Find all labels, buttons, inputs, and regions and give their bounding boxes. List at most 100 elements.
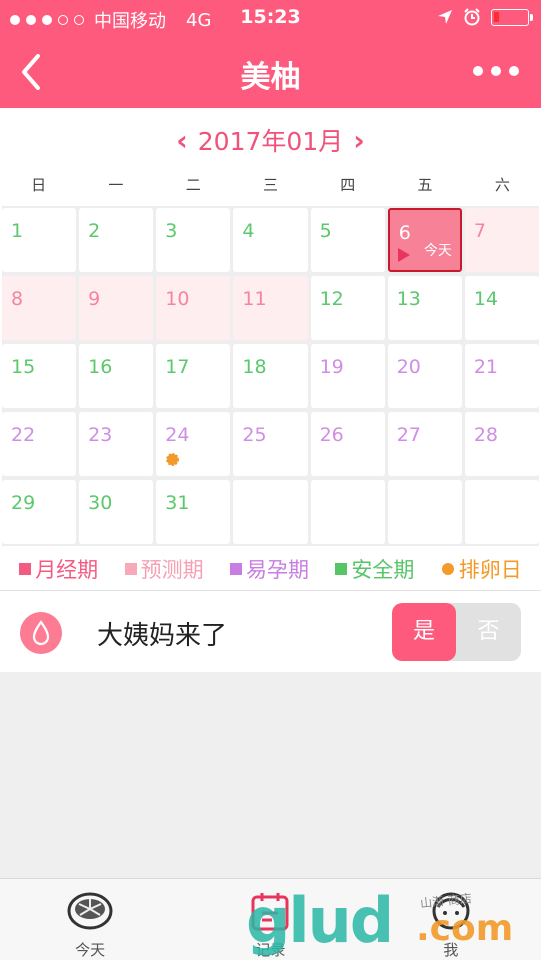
- ovulation-icon: [166, 453, 180, 466]
- calendar-day[interactable]: 20: [387, 344, 462, 408]
- calendar-day[interactable]: 3: [156, 208, 231, 272]
- day-number: 29: [11, 492, 36, 514]
- weekday-label: 三: [262, 176, 278, 194]
- yes-button[interactable]: 是: [392, 603, 456, 661]
- prev-month-button[interactable]: ‹: [176, 124, 188, 157]
- calendar-record-icon: [251, 893, 289, 931]
- calendar-day[interactable]: 25: [233, 412, 308, 476]
- calendar: ‹ 2017年01月 › 日 一 二 三 四 五 六 1 2 3 4 5 6 今…: [0, 108, 541, 590]
- calendar-day[interactable]: 10: [156, 276, 231, 340]
- day-number: 7: [473, 220, 486, 242]
- day-number: 6: [398, 222, 411, 244]
- day-number: 20: [396, 356, 421, 378]
- calendar-legend: 月经期 预测期 易孕期 安全期 排卵日: [0, 552, 541, 586]
- legend-label: 易孕期: [245, 558, 309, 582]
- calendar-day[interactable]: 17: [156, 344, 231, 408]
- today-label: 今天: [423, 243, 452, 259]
- day-number: 31: [165, 492, 190, 514]
- day-number: 27: [396, 424, 421, 446]
- page-title: 美柚: [240, 60, 301, 95]
- calendar-day[interactable]: 28: [464, 412, 539, 476]
- no-button[interactable]: 否: [456, 603, 521, 661]
- calendar-day[interactable]: 5: [310, 208, 385, 272]
- legend-fertile: 易孕期: [229, 554, 309, 584]
- legend-label: 预测期: [140, 558, 204, 582]
- calendar-day[interactable]: 24: [156, 412, 231, 476]
- calendar-day[interactable]: 1: [2, 208, 77, 272]
- weekday-label: 五: [417, 176, 433, 194]
- weekday-label: 四: [340, 176, 356, 194]
- calendar-day[interactable]: 23: [79, 412, 154, 476]
- month-title: 2017年01月: [197, 127, 344, 156]
- calendar-day[interactable]: 18: [233, 344, 308, 408]
- calendar-day-empty: [464, 480, 539, 544]
- weekday-label: 日: [31, 176, 47, 194]
- day-number: 3: [165, 220, 178, 242]
- period-start-icon: [397, 248, 410, 262]
- calendar-grid: 1 2 3 4 5 6 今天 7 8 9 10 11 12 13 14 15 1…: [2, 206, 539, 546]
- day-number: 24: [165, 424, 190, 446]
- next-month-button[interactable]: ›: [353, 124, 365, 157]
- tab-label: 记录: [255, 941, 286, 959]
- day-number: 23: [88, 424, 113, 446]
- calendar-day[interactable]: 14: [464, 276, 539, 340]
- calendar-day[interactable]: 9: [79, 276, 154, 340]
- tab-me[interactable]: 我: [361, 879, 541, 960]
- day-number: 17: [165, 356, 190, 378]
- calendar-day[interactable]: 13: [387, 276, 462, 340]
- calendar-day[interactable]: 29: [2, 480, 77, 544]
- weekday-label: 六: [494, 176, 510, 194]
- calendar-day[interactable]: 21: [464, 344, 539, 408]
- day-number: 26: [319, 424, 344, 446]
- calendar-day[interactable]: 26: [310, 412, 385, 476]
- calendar-day[interactable]: 12: [310, 276, 385, 340]
- day-number: 30: [88, 492, 113, 514]
- legend-label: 安全期: [351, 558, 415, 582]
- battery-icon: [491, 8, 533, 26]
- location-icon: [438, 10, 452, 24]
- calendar-day[interactable]: 22: [2, 412, 77, 476]
- day-number: 11: [242, 288, 267, 310]
- day-number: 9: [88, 288, 101, 310]
- calendar-day[interactable]: 31: [156, 480, 231, 544]
- calendar-day[interactable]: 2: [79, 208, 154, 272]
- period-toggle-row: 大姨妈来了 是 否: [0, 590, 541, 672]
- day-number: 21: [473, 356, 499, 378]
- day-number: 13: [396, 288, 421, 310]
- tab-label: 我: [443, 941, 459, 959]
- ovulation-icon: [441, 563, 454, 575]
- legend-predicted: 预测期: [124, 554, 204, 584]
- tab-record[interactable]: 记录: [180, 879, 360, 960]
- calendar-day[interactable]: 8: [2, 276, 77, 340]
- day-number: 28: [473, 424, 499, 446]
- status-icons: [437, 8, 533, 26]
- day-number: 1: [11, 220, 24, 242]
- day-number: 5: [319, 220, 332, 242]
- calendar-day[interactable]: 7: [464, 208, 539, 272]
- more-icon[interactable]: [473, 66, 519, 76]
- day-number: 22: [11, 424, 36, 446]
- day-number: 8: [11, 288, 24, 310]
- day-number: 10: [165, 288, 190, 310]
- calendar-day[interactable]: 15: [2, 344, 77, 408]
- calendar-day[interactable]: 27: [387, 412, 462, 476]
- period-yes-no-toggle[interactable]: 是 否: [392, 603, 521, 661]
- calendar-day-today[interactable]: 6 今天: [387, 208, 462, 272]
- legend-label: 月经期: [35, 558, 99, 582]
- grapefruit-icon: [67, 892, 113, 930]
- calendar-day-empty: [387, 480, 462, 544]
- calendar-day[interactable]: 11: [233, 276, 308, 340]
- calendar-day-empty: [310, 480, 385, 544]
- day-number: 16: [88, 356, 113, 378]
- month-header: ‹ 2017年01月 ›: [0, 120, 541, 160]
- calendar-day[interactable]: 30: [79, 480, 154, 544]
- nav-bar: 美柚: [0, 36, 541, 108]
- tab-bar: 今天 记录 我: [0, 878, 541, 960]
- calendar-day[interactable]: 16: [79, 344, 154, 408]
- day-number: 18: [242, 356, 267, 378]
- weekday-header: 日 一 二 三 四 五 六: [0, 174, 541, 204]
- calendar-day[interactable]: 19: [310, 344, 385, 408]
- tab-today[interactable]: 今天: [0, 879, 180, 960]
- day-number: 15: [11, 356, 36, 378]
- calendar-day[interactable]: 4: [233, 208, 308, 272]
